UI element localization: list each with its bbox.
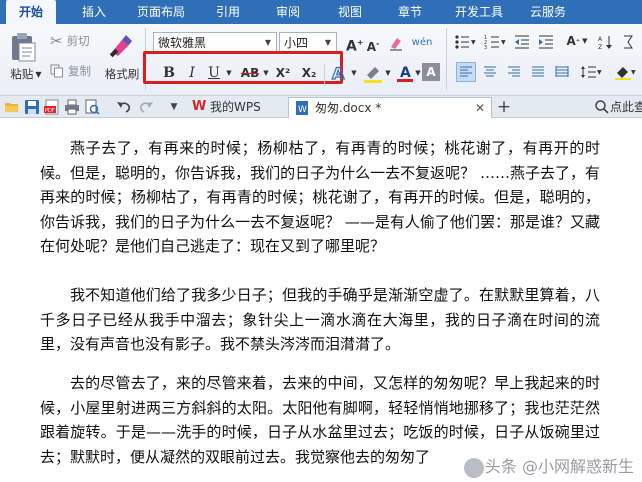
grow-font-button[interactable]: A+ [346,32,364,55]
open-folder-icon[interactable] [4,99,20,115]
svg-text:▼: ▼ [631,69,636,76]
bold-button[interactable]: B [160,62,178,84]
close-icon[interactable]: ✕ [475,98,485,118]
chevron-down-icon: ▼ [324,38,332,47]
search-icon[interactable] [594,99,610,115]
paragraph: 我不知道他们给了我多少日子；但我的手确乎是渐渐空虚了。在默默里算着，八千多日子已… [40,286,600,353]
scissors-icon: ✂ [50,32,63,50]
superscript-button[interactable]: X² [272,62,294,84]
font-size-value: 小四 [284,36,309,50]
tab-cloud-service[interactable]: 云服务 [520,0,576,24]
sort-icon[interactable]: AZ [596,32,616,52]
align-center-icon[interactable] [480,62,500,82]
highlight-color-icon[interactable] [362,62,384,84]
paragraph: 燕子去了，有再来的时候；杨柳枯了，有再青的时候；桃花谢了，有再开的时候。但是，聪… [40,139,600,255]
chevron-down-icon[interactable]: ▼ [224,67,234,79]
char-shading-icon[interactable]: A [422,63,440,81]
subscript-button[interactable]: X₂ [298,62,320,84]
wps-logo-icon: W [192,99,207,114]
decrease-indent-icon[interactable] [512,32,532,52]
font-family-value: 微软雅黑 [158,36,207,50]
search-hint[interactable]: 点此查 [610,97,642,118]
svg-text:▼: ▼ [501,39,506,46]
ribbon-toolbar: 粘贴 ▼ ✂ 剪切 复制 格式刷 微软雅黑 ▼ 小四 ▼ A+ A- wén B I… [0,24,642,96]
tab-review[interactable]: 审阅 [266,0,310,24]
justify-icon[interactable] [528,62,548,82]
shrink-font-button[interactable]: A- [366,33,380,55]
watermark-text: 头条 @小网解惑新生 [484,457,634,476]
watermark-logo-icon [464,458,484,478]
copy-button[interactable]: 复制 [50,62,100,80]
export-pdf-icon[interactable]: PDF [44,99,60,115]
distributed-align-icon[interactable] [552,62,572,82]
show-marks-icon[interactable] [620,32,640,52]
svg-text:W: W [298,105,307,115]
line-spacing-icon[interactable]: ▼ [578,62,604,82]
tab-insert[interactable]: 插入 [72,0,116,24]
change-case-icon[interactable]: A ⁺ ▼ [562,30,592,52]
ribbon-divider [324,64,325,84]
tab-current-document-label: 匆匆.docx * [315,101,382,115]
chevron-down-icon: ▼ [264,38,272,47]
tab-home[interactable]: 开始 [6,0,56,25]
align-left-icon[interactable] [456,62,476,82]
phonetic-guide-icon[interactable]: wén [410,30,434,54]
italic-button[interactable]: I [184,62,200,84]
shading-icon[interactable]: ▼ [612,62,638,82]
chevron-down-icon[interactable]: ▼ [350,67,358,79]
shrink-font-label: A [366,40,376,54]
strikethrough-button[interactable]: AB [238,62,262,84]
tab-chapter[interactable]: 章节 [388,0,432,24]
format-painter-button[interactable]: 格式刷 [102,66,142,82]
svg-text:▼: ▼ [471,39,476,46]
align-right-icon[interactable] [504,62,524,82]
chevron-down-icon[interactable]: ▼ [384,67,392,79]
paste-label: 粘贴 [10,67,34,81]
save-icon[interactable] [24,99,40,115]
document-icon: W [295,101,309,121]
svg-text:3: 3 [484,45,487,50]
document-tab-bar: PDF ▼ W 我的WPS W 匆匆.docx * ✕ + 点此查 [0,96,642,118]
brush-icon[interactable] [106,30,136,60]
bullet-list-icon[interactable]: ▼ [452,32,478,52]
chevron-down-icon[interactable]: ▼ [414,67,422,79]
numbered-list-icon[interactable]: 1 2 3 ▼ [482,32,508,52]
svg-text:A: A [598,36,603,43]
undo-icon[interactable] [116,99,132,115]
underline-button[interactable]: U [206,62,222,84]
tab-my-wps[interactable]: W 我的WPS [188,97,284,118]
print-preview-icon[interactable] [84,99,100,115]
increase-indent-icon[interactable] [536,32,556,52]
tab-view[interactable]: 视图 [328,0,372,24]
tab-developer[interactable]: 开发工具 [446,0,512,24]
tab-page-layout[interactable]: 页面布局 [128,0,194,24]
menu-tab-bar: 开始 插入 页面布局 引用 审阅 视图 章节 开发工具 云服务 [0,0,642,25]
clear-format-icon[interactable] [388,34,404,52]
cut-button[interactable]: ✂ 剪切 [50,32,100,50]
print-icon[interactable] [64,99,80,115]
svg-text:A: A [332,64,345,83]
tab-my-wps-label: 我的WPS [210,100,261,114]
svg-text:PDF: PDF [45,108,55,114]
svg-text:A: A [400,65,411,81]
ribbon-divider [446,28,447,90]
chevron-down-icon[interactable]: ▼ [262,67,270,79]
redo-icon[interactable] [138,99,154,115]
cut-label: 剪切 [66,34,90,48]
paste-icon[interactable] [6,30,40,64]
chevron-down-icon: ▼ [35,69,42,79]
copy-label: 复制 [68,64,91,78]
svg-text:▼: ▼ [597,69,602,76]
text-effect-icon[interactable]: A [328,62,350,84]
new-tab-icon[interactable]: + [496,99,512,116]
paste-button[interactable]: 粘贴 ▼ [6,66,46,82]
grow-font-label: A [346,38,357,55]
font-color-icon[interactable]: A [394,62,416,84]
customize-toolbar-icon[interactable]: ▼ [166,99,182,115]
document-page[interactable]: 燕子去了，有再来的时候；杨柳枯了，有再青的时候；桃花谢了，有再开的时候。但是，聪… [0,119,642,482]
copy-icon [50,64,64,78]
tab-current-document[interactable]: W 匆匆.docx * ✕ [288,97,492,118]
svg-text:Z: Z [598,44,602,50]
tab-references[interactable]: 引用 [206,0,250,24]
